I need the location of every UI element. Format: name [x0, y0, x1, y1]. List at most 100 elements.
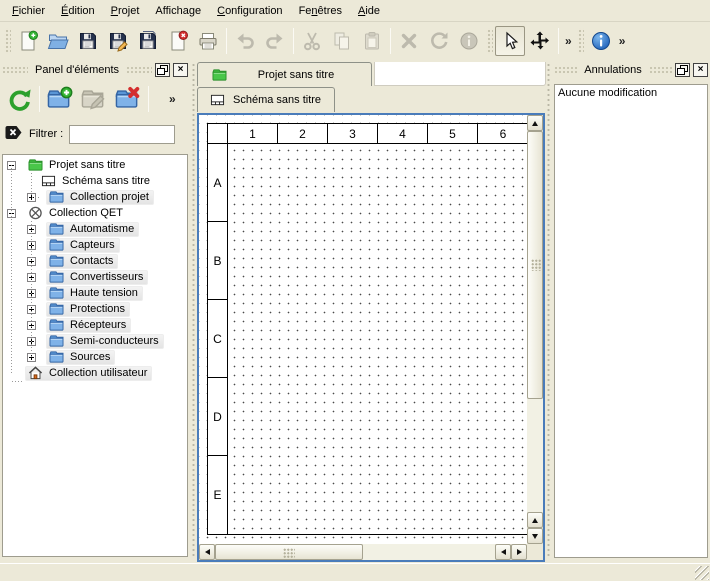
- tree-item-collection-utilisateur[interactable]: Collection utilisateur: [3, 365, 187, 381]
- toolbar-overflow-chevron[interactable]: »: [166, 92, 179, 106]
- horizontal-scrollbar[interactable]: [199, 544, 527, 560]
- folder-blue-icon: [49, 254, 64, 268]
- rotate-button[interactable]: [424, 26, 454, 56]
- toolbar-overflow-chevron[interactable]: »: [562, 34, 575, 48]
- copy-button[interactable]: [327, 26, 357, 56]
- folder-blue-icon: [49, 270, 64, 284]
- tab-bar-empty-area: [374, 62, 546, 86]
- column-label-5: 5: [428, 124, 478, 143]
- horizontal-scrollbar-thumb[interactable]: [215, 544, 363, 560]
- left-splitter-handle[interactable]: [190, 62, 197, 558]
- column-label-2: 2: [278, 124, 328, 143]
- float-panel-button[interactable]: [155, 63, 170, 77]
- menu-fichier[interactable]: Fichier: [4, 2, 53, 20]
- info-blue-button[interactable]: [586, 26, 616, 56]
- column-label-4: 4: [378, 124, 428, 143]
- new-category-button[interactable]: [43, 82, 77, 116]
- scroll-left-button[interactable]: [199, 544, 215, 560]
- scroll-right-button[interactable]: [511, 544, 527, 560]
- tree-item-label: Convertisseurs: [70, 271, 143, 283]
- menu-projet[interactable]: Projet: [103, 2, 148, 20]
- copy-icon: [331, 30, 353, 52]
- tree-item-projet-sans-titre[interactable]: Projet sans titre: [3, 157, 187, 173]
- scroll-up-button-2[interactable]: [527, 512, 543, 528]
- dock-grip[interactable]: [126, 66, 152, 74]
- tree-item-content: Collection utilisateur: [25, 366, 152, 381]
- tree-item-label: Collection projet: [70, 191, 149, 203]
- close-document-icon: [167, 30, 189, 52]
- main-toolbar: »»: [0, 22, 710, 60]
- arrow-up-icon: [532, 121, 538, 126]
- cut-button[interactable]: [297, 26, 327, 56]
- tab-project[interactable]: Projet sans titre: [197, 62, 372, 86]
- diagram-view[interactable]: 123456 ABCDE: [197, 113, 545, 562]
- clear-filter-icon[interactable]: [4, 125, 23, 143]
- menu-aide[interactable]: Aide: [350, 2, 388, 20]
- dock-grip[interactable]: [2, 66, 28, 74]
- vertical-scrollbar[interactable]: [527, 115, 543, 544]
- save-all-button[interactable]: [133, 26, 163, 56]
- window-resize-grip[interactable]: [695, 566, 709, 580]
- new-document-button[interactable]: [13, 26, 43, 56]
- tree-item-collection-qet[interactable]: Collection QET: [3, 205, 187, 221]
- dock-grip[interactable]: [554, 66, 577, 74]
- toolbar-separator: [558, 28, 559, 54]
- folder-blue-icon: [49, 318, 64, 332]
- tree-item-content: Contacts: [46, 254, 118, 269]
- move-button[interactable]: [525, 26, 555, 56]
- menu-edition[interactable]: Édition: [53, 2, 103, 20]
- diagram-canvas[interactable]: 123456 ABCDE: [199, 115, 527, 544]
- save-button[interactable]: [73, 26, 103, 56]
- redo-icon: [264, 30, 286, 52]
- scroll-up-button[interactable]: [527, 115, 543, 131]
- filter-label: Filtrer :: [29, 128, 63, 140]
- paste-button[interactable]: [357, 26, 387, 56]
- redo-button[interactable]: [260, 26, 290, 56]
- delete-category-button[interactable]: [111, 82, 145, 116]
- arrow-left-icon: [501, 549, 506, 555]
- scroll-down-button[interactable]: [527, 528, 543, 544]
- info-button[interactable]: [454, 26, 484, 56]
- close-document-button[interactable]: [163, 26, 193, 56]
- toolbar-separator: [390, 28, 391, 54]
- undo-button[interactable]: [230, 26, 260, 56]
- vertical-scrollbar-thumb[interactable]: [527, 131, 543, 399]
- right-splitter-handle[interactable]: [545, 62, 552, 558]
- menu-fenetres[interactable]: Fenêtres: [291, 2, 350, 20]
- open-document-button[interactable]: [43, 26, 73, 56]
- scroll-left-button-2[interactable]: [495, 544, 511, 560]
- tab-schema[interactable]: Schéma sans titre: [197, 87, 335, 112]
- tree-guide-line: [31, 173, 32, 197]
- paste-icon: [361, 30, 383, 52]
- save-as-button[interactable]: [103, 26, 133, 56]
- delete-button[interactable]: [394, 26, 424, 56]
- print-button[interactable]: [193, 26, 223, 56]
- reload-button[interactable]: [2, 82, 36, 116]
- select-arrow-button[interactable]: [495, 26, 525, 56]
- undo-panel-title: Annulations: [580, 64, 646, 76]
- toolbar-grip[interactable]: [4, 28, 11, 54]
- save-as-icon: [107, 30, 129, 52]
- dock-grip[interactable]: [649, 66, 672, 74]
- close-icon: ×: [698, 65, 704, 75]
- float-icon: [677, 65, 688, 76]
- toolbar-overflow-chevron[interactable]: »: [616, 34, 629, 48]
- edit-category-button[interactable]: [77, 82, 111, 116]
- menu-affichage[interactable]: Affichage: [147, 2, 209, 20]
- tree-item-label: Haute tension: [70, 287, 138, 299]
- toolbar-grip[interactable]: [577, 28, 584, 54]
- filter-input[interactable]: [69, 125, 175, 144]
- close-panel-button[interactable]: ×: [173, 63, 188, 77]
- status-bar: [0, 563, 710, 581]
- float-panel-button[interactable]: [675, 63, 690, 77]
- menu-configuration[interactable]: Configuration: [209, 2, 290, 20]
- new-document-icon: [17, 30, 39, 52]
- collections-toolbar: »: [0, 78, 190, 120]
- scrollbar-corner: [527, 544, 543, 560]
- close-panel-button[interactable]: ×: [693, 63, 708, 77]
- tree-item-label: Automatisme: [70, 223, 134, 235]
- tree-item-content: Sources: [46, 350, 115, 365]
- toolbar-grip[interactable]: [486, 28, 493, 54]
- toolbar-separator: [293, 28, 294, 54]
- undo-history-item[interactable]: Aucune modification: [555, 85, 707, 101]
